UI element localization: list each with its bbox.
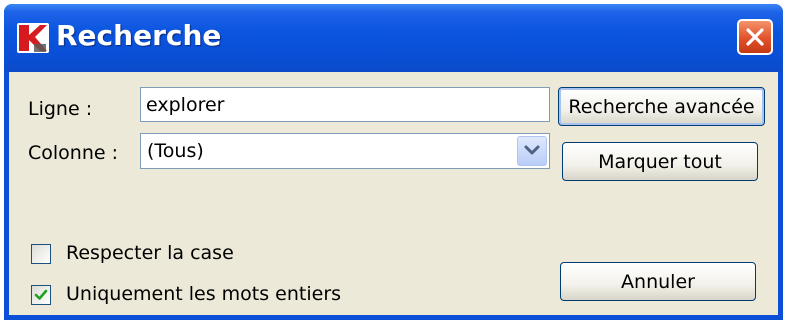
match-case-label[interactable]: Respecter la case — [66, 242, 234, 264]
whole-words-checkbox[interactable] — [31, 285, 51, 305]
search-dialog: Recherche Ligne : Colonne : (Tous) Reche… — [4, 4, 783, 320]
close-icon — [746, 28, 764, 46]
close-button[interactable] — [737, 19, 773, 55]
chevron-down-icon — [524, 145, 540, 155]
colonne-label: Colonne : — [28, 142, 119, 164]
dialog-body: Ligne : Colonne : (Tous) Recherche avanc… — [9, 72, 778, 315]
advanced-search-button[interactable]: Recherche avancée — [558, 87, 765, 126]
dropdown-button[interactable] — [517, 136, 547, 166]
whole-words-label[interactable]: Uniquement les mots entiers — [66, 283, 341, 305]
ligne-input[interactable] — [141, 88, 549, 121]
kaspersky-logo-icon — [17, 23, 49, 53]
ligne-field-box — [140, 87, 550, 122]
colonne-selected-value: (Tous) — [147, 140, 204, 162]
mark-all-button[interactable]: Marquer tout — [562, 142, 758, 181]
colonne-combobox[interactable]: (Tous) — [140, 133, 550, 169]
checkmark-icon — [34, 289, 48, 300]
ligne-label: Ligne : — [28, 98, 93, 120]
title-bar[interactable]: Recherche — [4, 4, 783, 72]
match-case-checkbox[interactable] — [31, 244, 51, 264]
window-title: Recherche — [56, 19, 222, 52]
cancel-button[interactable]: Annuler — [560, 262, 756, 301]
